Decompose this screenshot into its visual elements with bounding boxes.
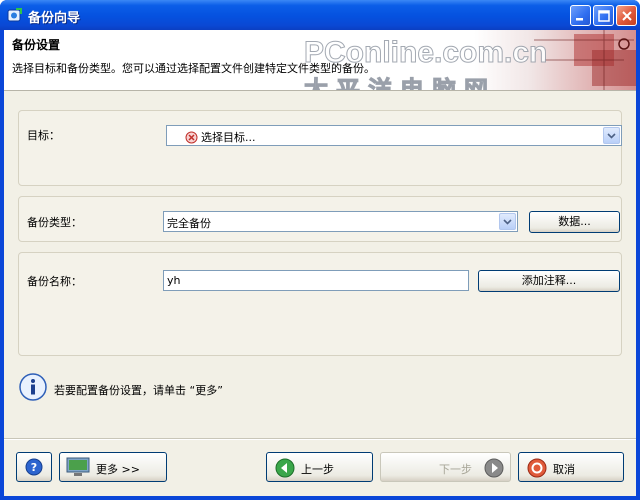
target-combo[interactable]: 选择目标... xyxy=(166,125,622,146)
add-comment-button[interactable]: 添加注释... xyxy=(478,270,620,292)
svg-text:?: ? xyxy=(31,461,37,474)
window-title: 备份向导 xyxy=(28,11,81,26)
watermark-cn: 太平洋电脑网 xyxy=(304,76,496,91)
backup-name-group: 备份名称： yh 添加注释... xyxy=(18,252,622,356)
next-label: 下一步 xyxy=(439,463,472,476)
wizard-client: 备份设置 选择目标和备份类型。您可以通过选择配置文件创建特定文件类型的备份。 P… xyxy=(4,30,636,496)
computer-icon xyxy=(66,457,90,480)
info-text: 若要配置备份设置，请单击 “更多” xyxy=(54,384,223,397)
maximize-button[interactable] xyxy=(593,5,614,26)
backup-name-value: yh xyxy=(167,274,181,287)
next-button[interactable]: 下一步 xyxy=(380,452,511,482)
cancel-button[interactable]: 取消 xyxy=(518,452,624,482)
backup-type-label: 备份类型： xyxy=(27,216,82,229)
minimize-button[interactable] xyxy=(570,5,591,26)
more-button[interactable]: 更多 >> xyxy=(59,452,167,482)
watermark-brand: PConline.com.cn xyxy=(303,36,548,70)
help-button[interactable]: ? xyxy=(16,452,52,482)
help-icon: ? xyxy=(25,458,43,479)
data-button[interactable]: 数据... xyxy=(529,211,620,233)
back-label: 上一步 xyxy=(301,463,334,476)
next-arrow-icon xyxy=(484,458,504,481)
backup-type-value: 完全备份 xyxy=(167,217,211,230)
cancel-label: 取消 xyxy=(553,463,575,476)
target-label: 目标： xyxy=(27,129,60,142)
target-value: 选择目标... xyxy=(201,131,256,144)
back-arrow-icon xyxy=(275,458,295,481)
wizard-window: 备份向导 备份设置 选择目标和备份类型。您可以通过选择配置文件创建特定文件类型的… xyxy=(0,0,640,500)
target-error-icon xyxy=(185,129,198,148)
back-button[interactable]: 上一步 xyxy=(266,452,373,482)
more-label: 更多 >> xyxy=(96,463,140,476)
cancel-icon xyxy=(527,458,547,481)
page-title: 备份设置 xyxy=(12,38,61,52)
backup-type-combo[interactable]: 完全备份 xyxy=(163,211,518,232)
chevron-down-icon[interactable] xyxy=(603,127,620,144)
info-icon xyxy=(18,372,48,406)
close-button[interactable] xyxy=(616,5,637,26)
backup-name-input[interactable]: yh xyxy=(163,270,469,291)
target-group: 目标： 选择目标... xyxy=(18,110,622,186)
app-icon xyxy=(7,7,23,23)
backup-type-group: 备份类型： 完全备份 数据... xyxy=(18,196,622,242)
backup-name-label: 备份名称： xyxy=(27,275,82,288)
wizard-header: 备份设置 选择目标和备份类型。您可以通过选择配置文件创建特定文件类型的备份。 P… xyxy=(4,30,636,91)
chevron-down-icon[interactable] xyxy=(499,213,516,230)
footer-separator-highlight xyxy=(4,439,636,440)
title-bar[interactable]: 备份向导 xyxy=(0,0,640,30)
